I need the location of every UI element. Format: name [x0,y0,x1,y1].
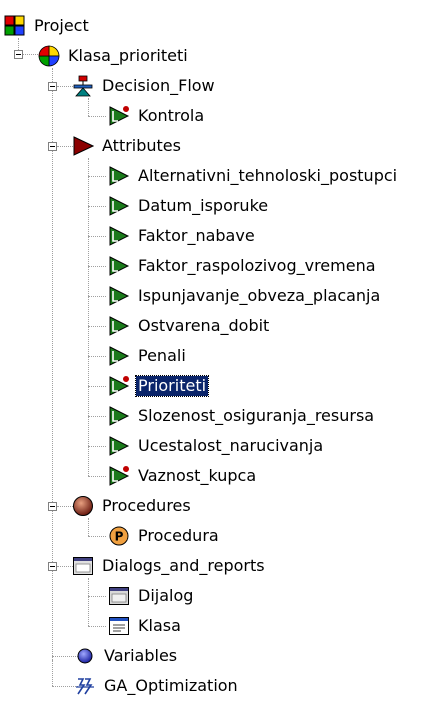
tree-item-label: Procedura [138,526,219,545]
tree-item-label: Procedures [102,496,191,515]
attribute-icon [108,165,130,187]
variables-icon [74,645,96,667]
tree-item-label: Kontrola [138,106,205,125]
tree-item-attribute[interactable]: Ispunjavanje_obveza_placanja [108,281,382,311]
collapse-toggle-procedures[interactable] [48,502,57,511]
tree-item-label: Klasa [138,616,181,635]
tree-item-attribute[interactable]: Vaznost_kupca [108,461,258,491]
attribute-icon [108,345,130,367]
tree-item-label: Faktor_raspolozivog_vremena [138,256,376,275]
collapse-toggle-class[interactable] [14,50,23,59]
attribute-icon [108,195,130,217]
project-icon [4,15,26,37]
tree-item-label: Ispunjavanje_obveza_placanja [138,286,381,305]
tree-item-label: Klasa_prioriteti [68,46,188,65]
tree-item-label: Alternativni_tehnoloski_postupci [138,166,398,185]
procedure-p-icon: P [108,525,130,547]
tree-item-label: Slozenost_osiguranja_resursa [138,406,375,425]
collapse-toggle-decision-flow[interactable] [48,82,57,91]
attribute-icon [108,435,130,457]
tree-item-label: Decision_Flow [102,76,215,95]
tree-item-label: Variables [104,646,178,665]
tree-item-label: Dialogs_and_reports [102,556,265,575]
tree-item-attributes[interactable]: Attributes [72,131,183,161]
tree-item-label: Penali [138,346,186,365]
tree-item-label: Ostvarena_dobit [138,316,270,335]
attribute-icon [108,255,130,277]
class-icon [38,45,60,67]
tree-item-procedura[interactable]: P Procedura [108,521,221,551]
tree-item-project[interactable]: Project [4,11,91,41]
tree-item-attribute[interactable]: Ostvarena_dobit [108,311,271,341]
tree-item-decision-flow[interactable]: Decision_Flow [72,71,217,101]
tree-item-kontrola[interactable]: Kontrola [108,101,206,131]
attribute-dot-icon [108,465,130,487]
attribute-icon [108,285,130,307]
attribute-dot-icon [108,105,130,127]
tree-item-ga-optimization[interactable]: GA_Optimization [74,671,240,701]
tree-item-klasa[interactable]: Klasa [108,611,183,641]
attribute-icon [108,405,130,427]
tree-item-attribute[interactable]: Penali [108,341,188,371]
collapse-toggle-attributes[interactable] [48,142,57,151]
procedures-icon [72,495,94,517]
tree-item-class[interactable]: Klasa_prioriteti [38,41,190,71]
tree-item-label: GA_Optimization [104,676,238,695]
tree-item-attribute[interactable]: Faktor_raspolozivog_vremena [108,251,378,281]
tree-item-dialogs[interactable]: Dialogs_and_reports [72,551,267,581]
ga-optimization-icon [74,675,96,697]
tree-item-attribute[interactable]: Ucestalost_narucivanja [108,431,325,461]
collapse-toggle-dialogs[interactable] [48,562,57,571]
attributes-folder-icon [72,135,94,157]
tree-item-label: Vaznost_kupca [138,466,257,485]
svg-text:P: P [115,530,124,544]
tree-item-attribute[interactable]: Faktor_nabave [108,221,257,251]
tree-item-label: Ucestalost_narucivanja [138,436,324,455]
tree-item-label: Datum_isporuke [138,196,269,215]
tree-item-attribute[interactable]: Datum_isporuke [108,191,270,221]
tree-item-label: Attributes [102,136,181,155]
report-icon [108,615,130,637]
attribute-dot-icon [108,375,130,397]
dialogs-icon [72,555,94,577]
attribute-icon [108,225,130,247]
dialog-icon [108,585,130,607]
decision-flow-icon [72,75,94,97]
tree-item-attribute[interactable]: Slozenost_osiguranja_resursa [108,401,376,431]
attribute-icon [108,315,130,337]
tree-item-attribute[interactable]: Alternativni_tehnoloski_postupci [108,161,399,191]
tree-item-label: Project [34,16,89,35]
tree-item-procedures[interactable]: Procedures [72,491,193,521]
tree-item-label: Faktor_nabave [138,226,255,245]
tree-item-variables[interactable]: Variables [74,641,179,671]
tree-item-dijalog[interactable]: Dijalog [108,581,195,611]
tree-item-label: Prioriteti [134,375,210,397]
tree-item-attribute-selected[interactable]: Prioriteti [108,371,210,401]
tree-item-label: Dijalog [138,586,194,605]
